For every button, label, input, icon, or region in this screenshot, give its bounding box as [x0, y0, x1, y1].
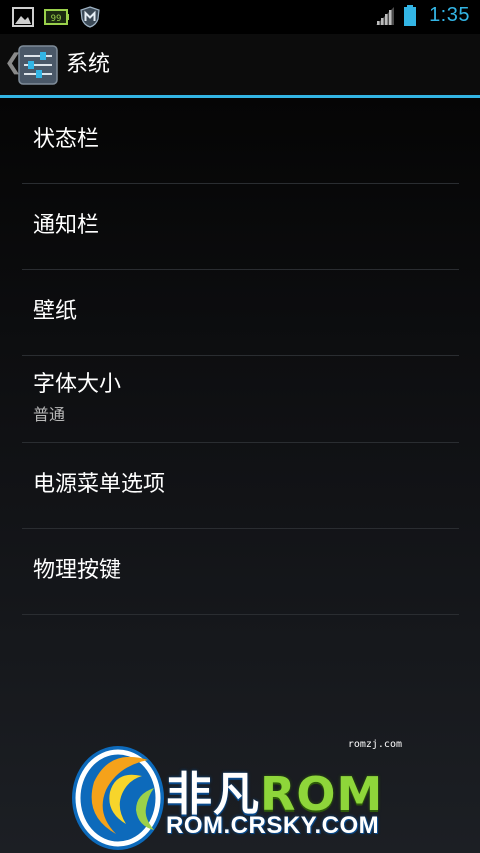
list-item-title: 字体大小: [33, 372, 122, 397]
shield-m-icon: [80, 6, 100, 28]
signal-icon: [376, 6, 395, 25]
list-item-summary: 普通: [33, 405, 66, 424]
notification-icons: 99: [12, 6, 100, 28]
image-icon: [12, 7, 34, 27]
battery-badge-icon: 99: [44, 9, 69, 25]
watermark-small-text: romzj.com: [347, 739, 402, 750]
list-item-status-bar[interactable]: 状态栏: [22, 98, 459, 184]
list-item-hardware-keys[interactable]: 物理按键: [22, 529, 459, 615]
clock-time: 1:35: [429, 4, 470, 26]
list-item-font-size[interactable]: 字体大小 普通: [22, 356, 459, 443]
list-item-title: 通知栏: [33, 213, 100, 238]
status-bar: 99 1:35: [0, 0, 480, 34]
watermark-url: ROM.CRSKY.COM: [166, 812, 380, 839]
list-item-power-menu[interactable]: 电源菜单选项: [22, 443, 459, 529]
page-title: 系统: [66, 52, 111, 77]
list-item-title: 状态栏: [33, 127, 100, 152]
list-item-notification-bar[interactable]: 通知栏: [22, 184, 459, 270]
list-item-wallpaper[interactable]: 壁纸: [22, 270, 459, 356]
action-bar: ❮ 系统: [0, 34, 480, 98]
list-item-title: 壁纸: [33, 299, 78, 324]
list-item-title: 电源菜单选项: [33, 472, 166, 497]
battery-badge-text: 99: [51, 14, 62, 24]
system-icons: 1:35: [375, 4, 470, 27]
settings-sliders-icon[interactable]: [18, 45, 58, 85]
list-item-title: 物理按键: [33, 558, 122, 583]
battery-icon: [404, 4, 417, 26]
